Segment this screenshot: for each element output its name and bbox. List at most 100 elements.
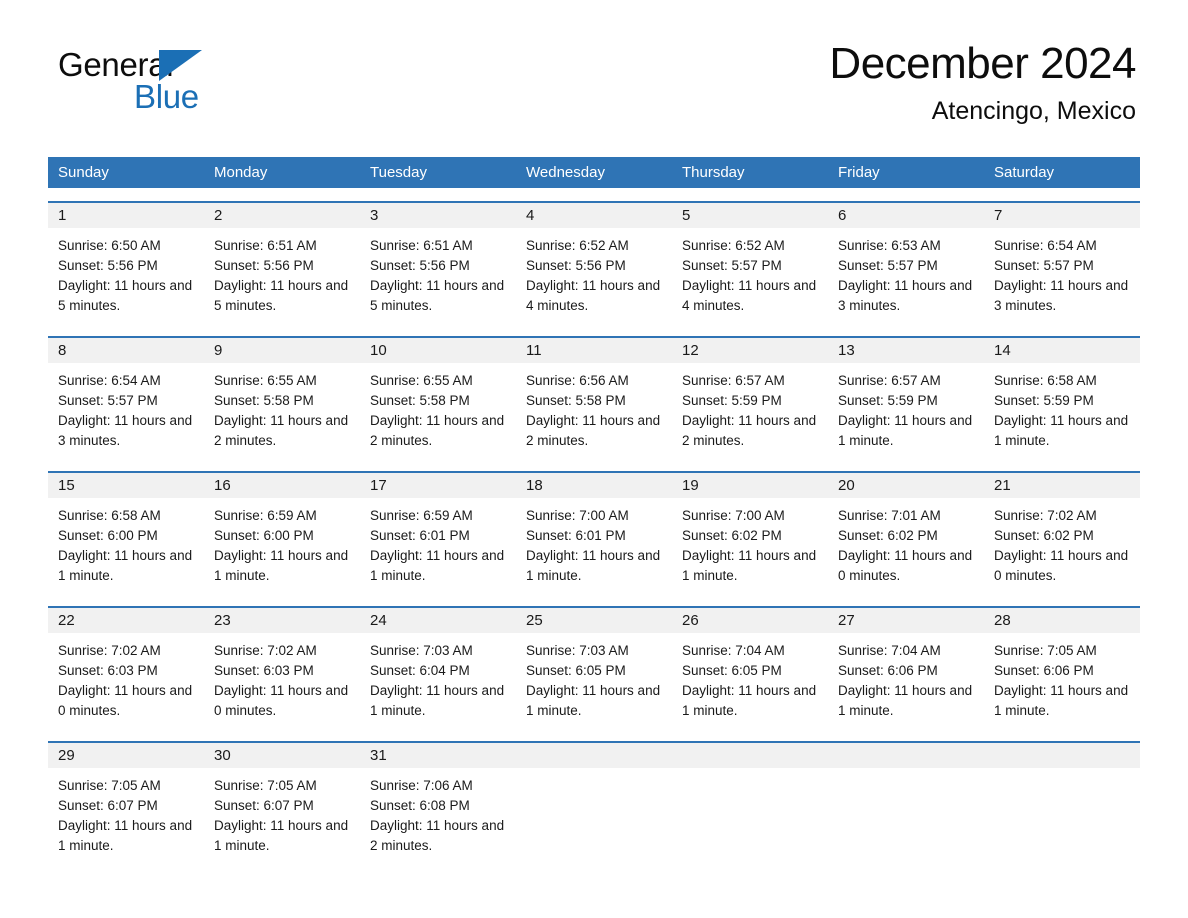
day-number[interactable]: 16 [204, 473, 360, 498]
day-cell: Sunrise: 6:54 AM Sunset: 5:57 PM Dayligh… [984, 228, 1140, 323]
sunset-text: Sunset: 6:00 PM [58, 528, 158, 543]
day-number[interactable]: 9 [204, 338, 360, 363]
general-blue-logo[interactable]: General Blue [58, 46, 258, 118]
week-daynumber-row: 15 16 17 18 19 20 21 [48, 473, 1140, 498]
sunset-text: Sunset: 6:03 PM [214, 663, 314, 678]
day-number[interactable]: 7 [984, 203, 1140, 228]
daylight-text: Daylight: 11 hours and 1 minute. [370, 548, 505, 583]
weekday-header-wednesday: Wednesday [526, 164, 605, 181]
day-number[interactable]: 4 [516, 203, 672, 228]
day-cell: Sunrise: 7:04 AM Sunset: 6:05 PM Dayligh… [672, 633, 828, 728]
day-number[interactable]: 8 [48, 338, 204, 363]
sunset-text: Sunset: 5:58 PM [370, 393, 470, 408]
day-cell: Sunrise: 6:58 AM Sunset: 5:59 PM Dayligh… [984, 363, 1140, 458]
day-cell: Sunrise: 7:05 AM Sunset: 6:07 PM Dayligh… [204, 768, 360, 863]
sunset-text: Sunset: 5:59 PM [838, 393, 938, 408]
day-number[interactable]: 19 [672, 473, 828, 498]
triangle-logo-icon [159, 50, 202, 81]
day-cell: Sunrise: 7:02 AM Sunset: 6:03 PM Dayligh… [48, 633, 204, 728]
day-number[interactable]: 26 [672, 608, 828, 633]
day-number[interactable]: 14 [984, 338, 1140, 363]
day-number-empty [672, 743, 828, 768]
day-cell: Sunrise: 6:52 AM Sunset: 5:56 PM Dayligh… [516, 228, 672, 323]
sunset-text: Sunset: 6:02 PM [994, 528, 1094, 543]
day-number[interactable]: 22 [48, 608, 204, 633]
daylight-text: Daylight: 11 hours and 1 minute. [526, 548, 661, 583]
sunrise-text: Sunrise: 6:51 AM [214, 238, 317, 253]
day-cell-empty [984, 768, 1140, 863]
day-number[interactable]: 27 [828, 608, 984, 633]
day-number[interactable]: 20 [828, 473, 984, 498]
sunrise-text: Sunrise: 7:06 AM [370, 778, 473, 793]
sunrise-text: Sunrise: 6:59 AM [214, 508, 317, 523]
day-number[interactable]: 21 [984, 473, 1140, 498]
sunset-text: Sunset: 6:05 PM [682, 663, 782, 678]
day-number[interactable]: 13 [828, 338, 984, 363]
day-cell: Sunrise: 6:57 AM Sunset: 5:59 PM Dayligh… [828, 363, 984, 458]
daylight-text: Daylight: 11 hours and 0 minutes. [58, 683, 193, 718]
sunrise-text: Sunrise: 7:00 AM [526, 508, 629, 523]
day-number[interactable]: 25 [516, 608, 672, 633]
day-number[interactable]: 11 [516, 338, 672, 363]
sunrise-text: Sunrise: 7:04 AM [682, 643, 785, 658]
day-number[interactable]: 5 [672, 203, 828, 228]
calendar-grid: Sunday Monday Tuesday Wednesday Thursday… [48, 157, 1140, 863]
daylight-text: Daylight: 11 hours and 1 minute. [214, 818, 349, 853]
sunrise-text: Sunrise: 7:03 AM [370, 643, 473, 658]
week-row: 29 30 31 Sunrise: 7:05 AM Sunset: 6:07 P… [48, 741, 1140, 863]
day-number[interactable]: 1 [48, 203, 204, 228]
day-number[interactable]: 29 [48, 743, 204, 768]
sunrise-text: Sunrise: 6:57 AM [682, 373, 785, 388]
week-detail-row: Sunrise: 6:50 AM Sunset: 5:56 PM Dayligh… [48, 228, 1140, 323]
sunset-text: Sunset: 6:04 PM [370, 663, 470, 678]
sunrise-text: Sunrise: 7:05 AM [58, 778, 161, 793]
day-cell: Sunrise: 7:06 AM Sunset: 6:08 PM Dayligh… [360, 768, 516, 863]
sunset-text: Sunset: 5:57 PM [58, 393, 158, 408]
daylight-text: Daylight: 11 hours and 1 minute. [526, 683, 661, 718]
sunset-text: Sunset: 6:01 PM [370, 528, 470, 543]
daylight-text: Daylight: 11 hours and 2 minutes. [682, 413, 817, 448]
day-cell: Sunrise: 7:03 AM Sunset: 6:05 PM Dayligh… [516, 633, 672, 728]
daylight-text: Daylight: 11 hours and 0 minutes. [994, 548, 1129, 583]
day-cell: Sunrise: 7:01 AM Sunset: 6:02 PM Dayligh… [828, 498, 984, 593]
day-number[interactable]: 31 [360, 743, 516, 768]
sunrise-text: Sunrise: 6:55 AM [370, 373, 473, 388]
day-number[interactable]: 10 [360, 338, 516, 363]
day-number[interactable]: 15 [48, 473, 204, 498]
day-number[interactable]: 18 [516, 473, 672, 498]
sunset-text: Sunset: 6:01 PM [526, 528, 626, 543]
sunrise-text: Sunrise: 7:00 AM [682, 508, 785, 523]
day-number[interactable]: 24 [360, 608, 516, 633]
daylight-text: Daylight: 11 hours and 2 minutes. [526, 413, 661, 448]
week-daynumber-row: 29 30 31 [48, 743, 1140, 768]
day-cell: Sunrise: 7:05 AM Sunset: 6:06 PM Dayligh… [984, 633, 1140, 728]
daylight-text: Daylight: 11 hours and 1 minute. [682, 683, 817, 718]
weekday-header-thursday: Thursday [682, 164, 745, 181]
sunrise-text: Sunrise: 6:54 AM [58, 373, 161, 388]
daylight-text: Daylight: 11 hours and 4 minutes. [682, 278, 817, 313]
day-number-empty [828, 743, 984, 768]
day-cell: Sunrise: 6:53 AM Sunset: 5:57 PM Dayligh… [828, 228, 984, 323]
day-number[interactable]: 28 [984, 608, 1140, 633]
day-number[interactable]: 17 [360, 473, 516, 498]
sunset-text: Sunset: 5:56 PM [370, 258, 470, 273]
day-cell: Sunrise: 6:51 AM Sunset: 5:56 PM Dayligh… [204, 228, 360, 323]
sunset-text: Sunset: 5:57 PM [838, 258, 938, 273]
daylight-text: Daylight: 11 hours and 5 minutes. [214, 278, 349, 313]
day-number[interactable]: 30 [204, 743, 360, 768]
sunrise-text: Sunrise: 6:51 AM [370, 238, 473, 253]
sunrise-text: Sunrise: 7:05 AM [214, 778, 317, 793]
day-cell: Sunrise: 6:59 AM Sunset: 6:01 PM Dayligh… [360, 498, 516, 593]
daylight-text: Daylight: 11 hours and 5 minutes. [370, 278, 505, 313]
day-number[interactable]: 6 [828, 203, 984, 228]
day-cell: Sunrise: 7:02 AM Sunset: 6:02 PM Dayligh… [984, 498, 1140, 593]
day-number[interactable]: 3 [360, 203, 516, 228]
day-number[interactable]: 23 [204, 608, 360, 633]
sunset-text: Sunset: 6:06 PM [838, 663, 938, 678]
day-number[interactable]: 12 [672, 338, 828, 363]
day-number[interactable]: 2 [204, 203, 360, 228]
weekday-header-row: Sunday Monday Tuesday Wednesday Thursday… [48, 157, 1140, 188]
daylight-text: Daylight: 11 hours and 3 minutes. [838, 278, 973, 313]
sunset-text: Sunset: 6:02 PM [682, 528, 782, 543]
daylight-text: Daylight: 11 hours and 1 minute. [58, 548, 193, 583]
